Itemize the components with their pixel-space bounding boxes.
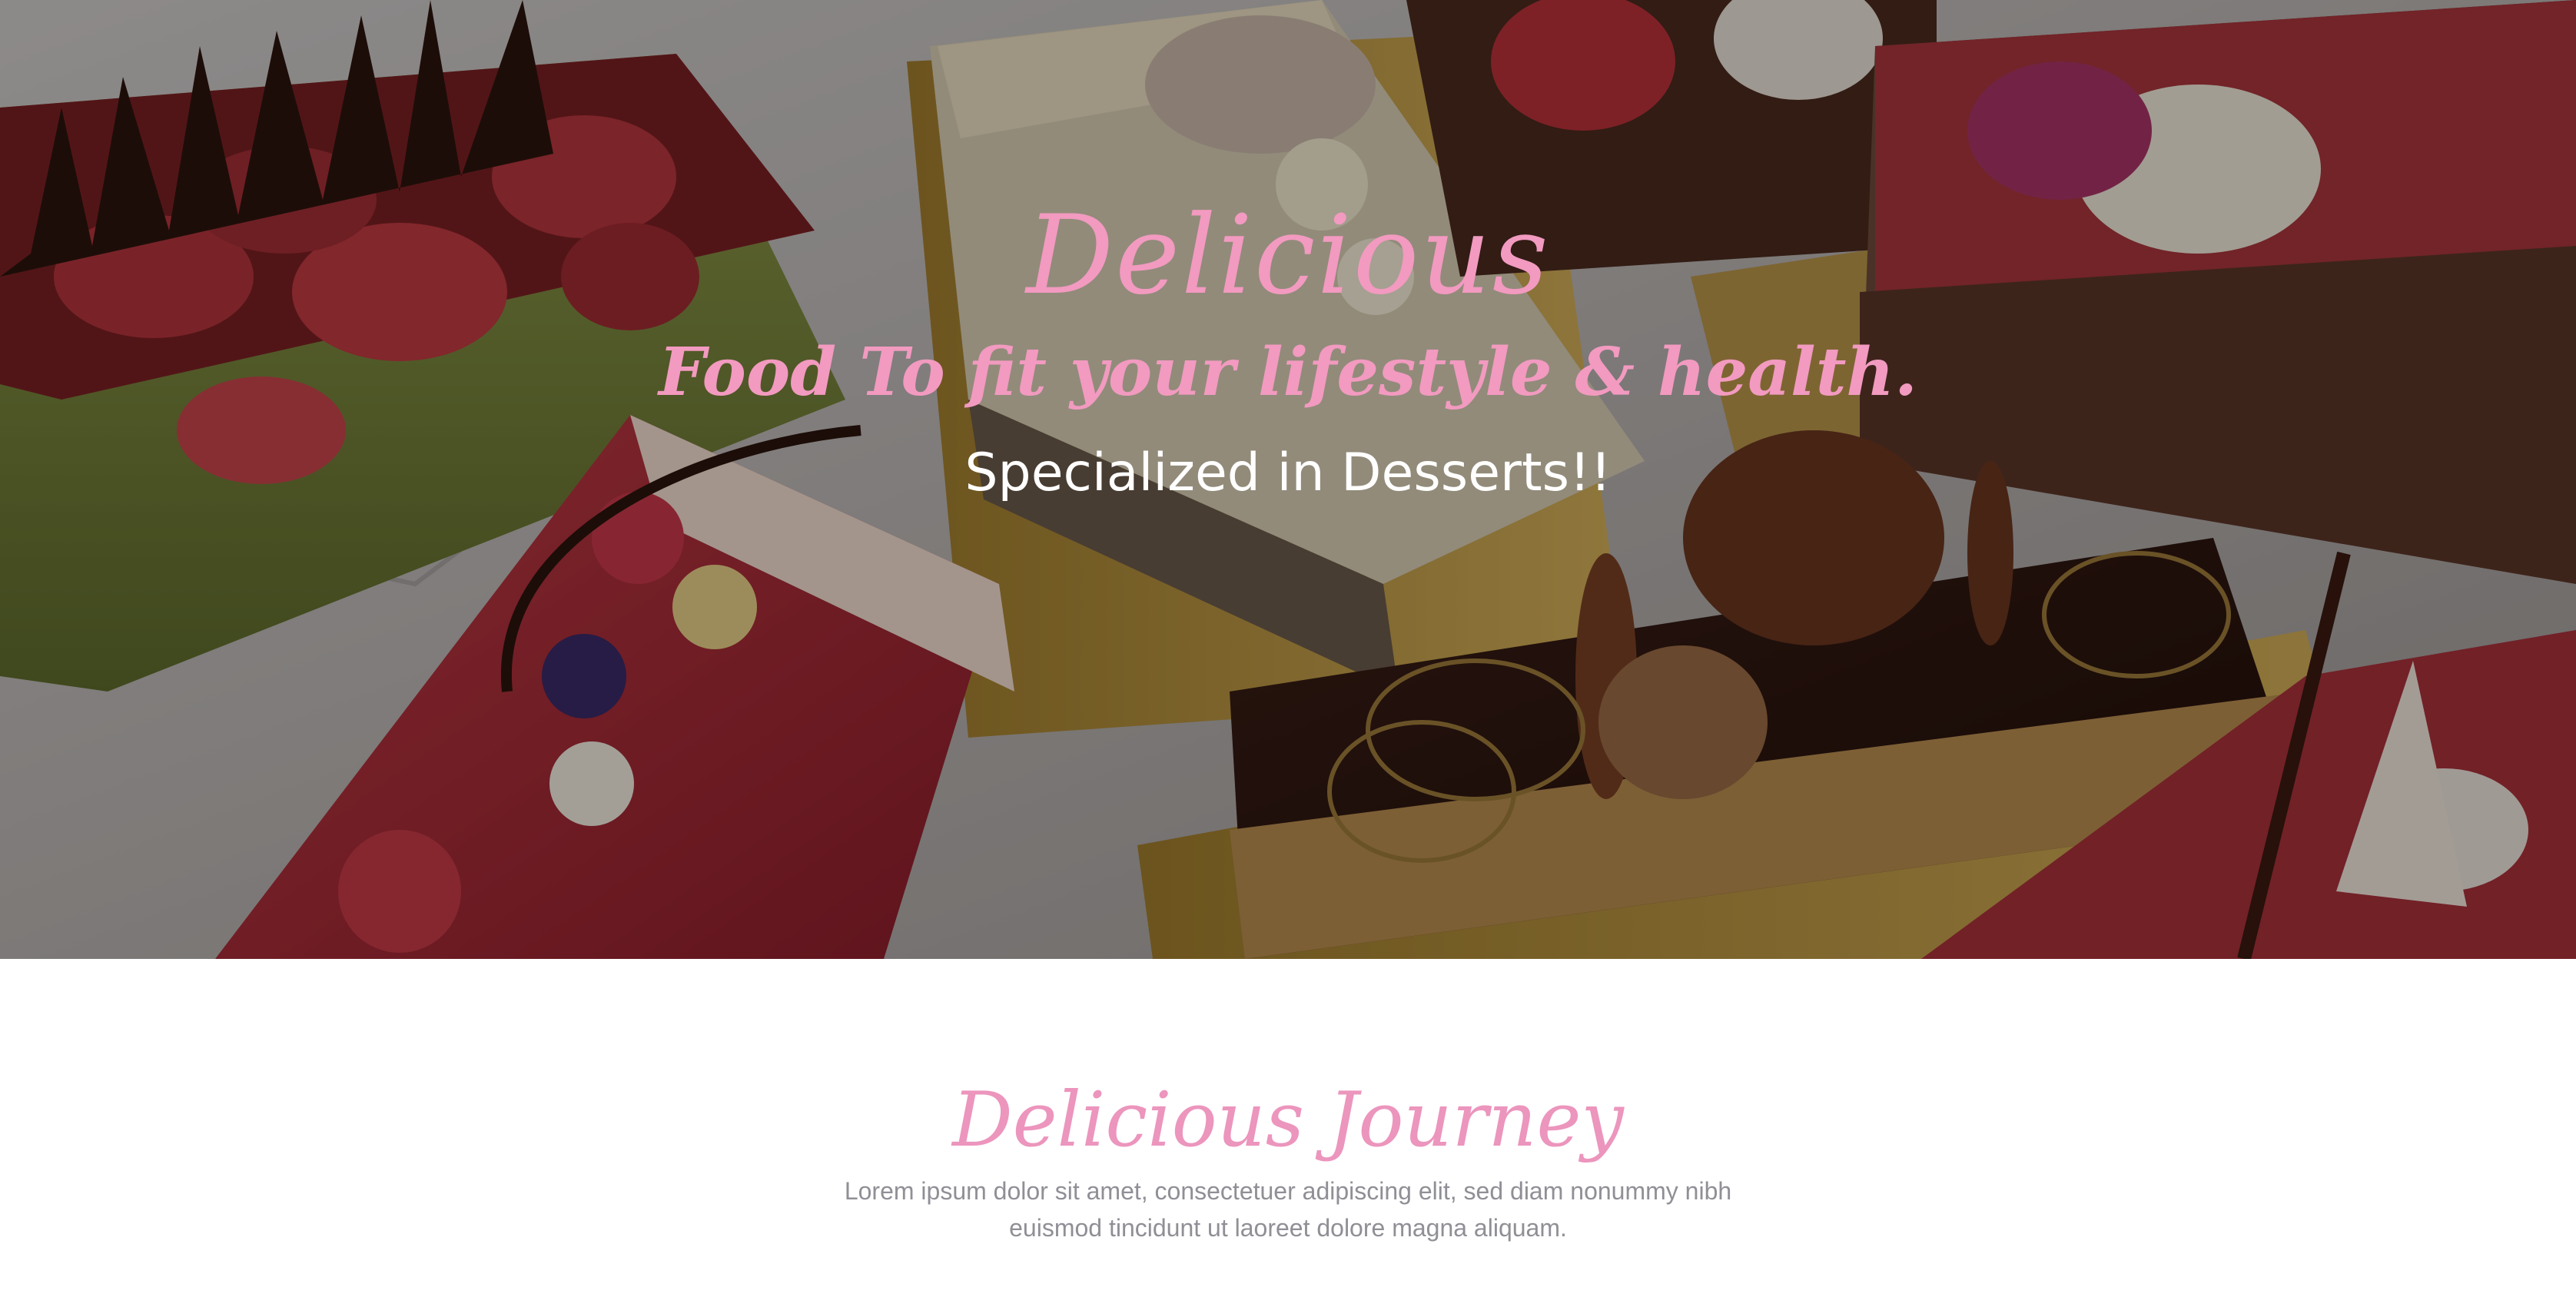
hero-tagline: Specialized in Desserts!!	[964, 443, 1612, 503]
hero-subtitle: Food To fit your lifestyle & health.	[659, 333, 1917, 411]
hero-title: Delicious	[1026, 192, 1550, 319]
journey-section: Delicious Journey Lorem ipsum dolor sit …	[0, 959, 2576, 1297]
journey-title: Delicious Journey	[952, 1076, 1624, 1164]
journey-description: Lorem ipsum dolor sit amet, consectetuer…	[844, 1177, 1732, 1242]
hero-banner: Delicious Food To fit your lifestyle & h…	[0, 0, 2576, 959]
